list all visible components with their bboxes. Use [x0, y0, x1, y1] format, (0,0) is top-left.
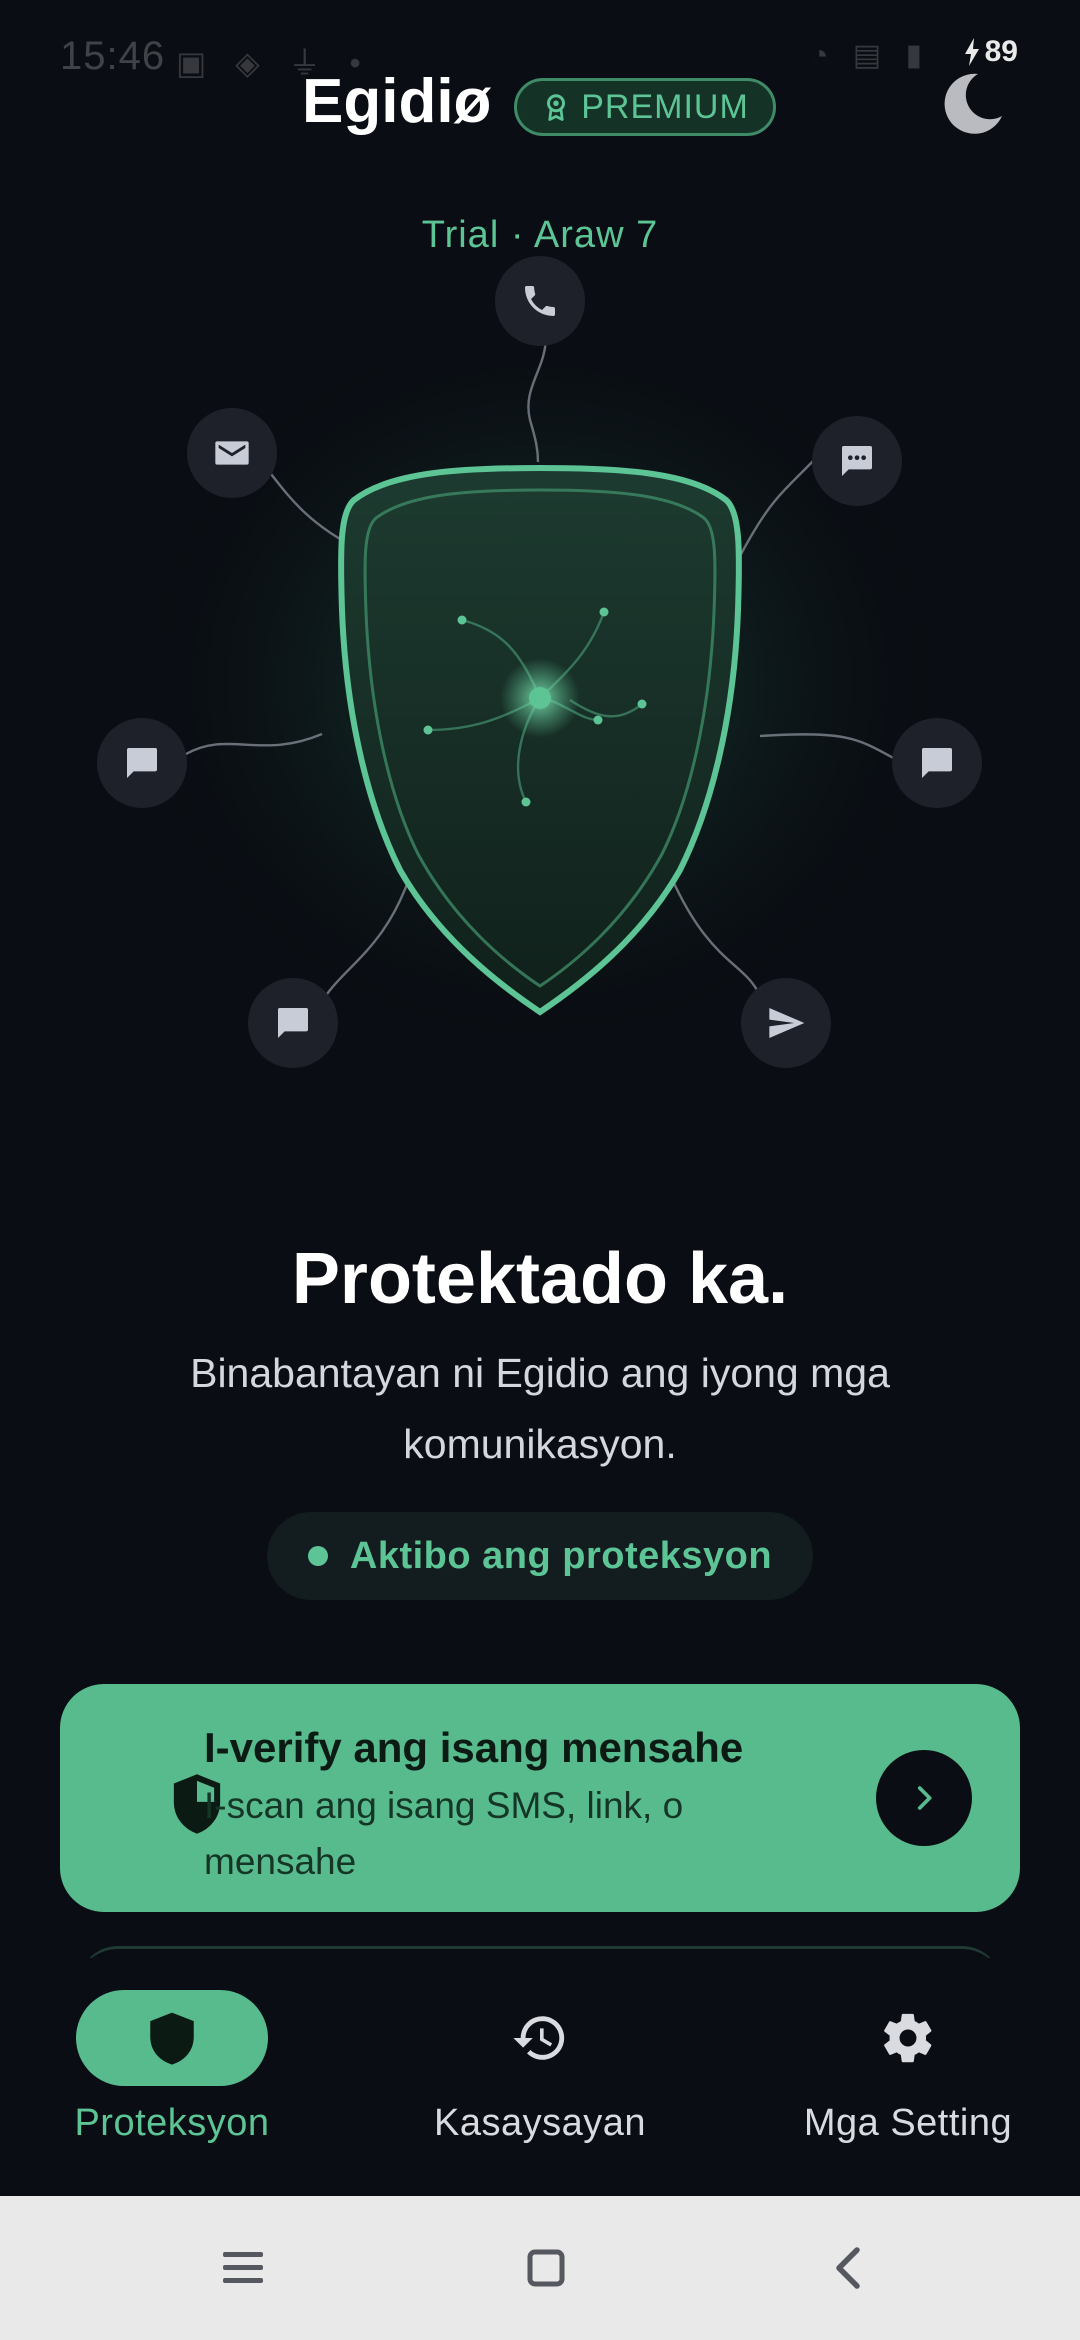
nav-tab-proteksyon[interactable]: Proteksyon [22, 1990, 322, 2170]
nav-tab-settings[interactable]: Mga Setting [758, 1990, 1058, 2170]
email-icon [215, 441, 249, 465]
protection-subtitle: Binabantayan ni Egidio ang iyong mga kom… [190, 1350, 890, 1467]
app-title: Egidiø [302, 67, 492, 136]
menu-icon[interactable] [213, 2238, 273, 2298]
chevron-right-icon [917, 1786, 932, 1810]
system-navigation-bar [0, 2196, 1080, 2340]
protection-status-label: Aktibo ang proteksyon [349, 1534, 773, 1577]
protection-illustration [0, 250, 1080, 1110]
shield-network-graphic [120, 311, 960, 1100]
award-icon [547, 94, 566, 121]
history-icon [513, 2016, 565, 2060]
verify-card-title: I-verify ang isang mensahe [204, 1724, 744, 1771]
protection-status-badge: Aktibo ang proteksyon [267, 1512, 813, 1600]
verify-card-subtitle: I-scan ang isang SMS, link, o mensahe [204, 1785, 684, 1882]
chat-node-bottom [248, 978, 338, 1068]
verify-open-button[interactable] [876, 1750, 972, 1846]
send-node [741, 978, 831, 1068]
back-icon[interactable] [818, 2238, 878, 2298]
protection-headline: Protektado ka. [291, 1239, 789, 1319]
gear-icon [884, 2013, 932, 2063]
battery-level: 89 [984, 35, 1018, 68]
nav-active-indicator [76, 1990, 268, 2086]
send-icon [769, 1008, 805, 1038]
phone-node [495, 256, 585, 346]
shield-icon [150, 2012, 194, 2065]
charging-icon [964, 38, 979, 66]
sms-node [812, 416, 902, 506]
nav-label-kasaysayan: Kasaysayan [433, 2102, 646, 2144]
premium-badge[interactable]: PREMIUM [514, 78, 776, 136]
phone-icon [525, 286, 555, 316]
nav-label-proteksyon: Proteksyon [74, 2102, 270, 2144]
status-signal-icons: ◔ ▤ ▮ [810, 39, 930, 72]
status-dot-icon [307, 1546, 328, 1566]
battery-indicator: 89 [953, 30, 1028, 74]
moon-icon[interactable] [938, 70, 1006, 138]
nav-icon-wrap [444, 1990, 636, 2086]
nav-label-settings: Mga Setting [803, 2102, 1013, 2144]
verify-message-card[interactable]: I-verify ang isang mensahe I-scan ang is… [60, 1684, 1020, 1912]
nav-icon-wrap [812, 1990, 1004, 2086]
status-time: 15:46 [60, 34, 166, 78]
nav-tab-kasaysayan[interactable]: Kasaysayan [390, 1990, 690, 2170]
chat-icon [922, 748, 952, 778]
chat-icon [127, 748, 157, 778]
sms-icon [842, 446, 872, 476]
premium-label: PREMIUM [581, 87, 749, 126]
home-icon[interactable] [516, 2238, 576, 2298]
app-screen: 15:46 ▣ ◈ ⏚ • ◔ ▤ ▮ 89 Egidiø PREMIUM Tr… [0, 0, 1080, 2340]
chat-node-right [892, 718, 982, 808]
chat-node-left [97, 718, 187, 808]
email-node [187, 408, 277, 498]
bottom-navigation: Proteksyon Kasaysayan Mga Setting [0, 1958, 1080, 2196]
chat-icon [278, 1008, 308, 1038]
